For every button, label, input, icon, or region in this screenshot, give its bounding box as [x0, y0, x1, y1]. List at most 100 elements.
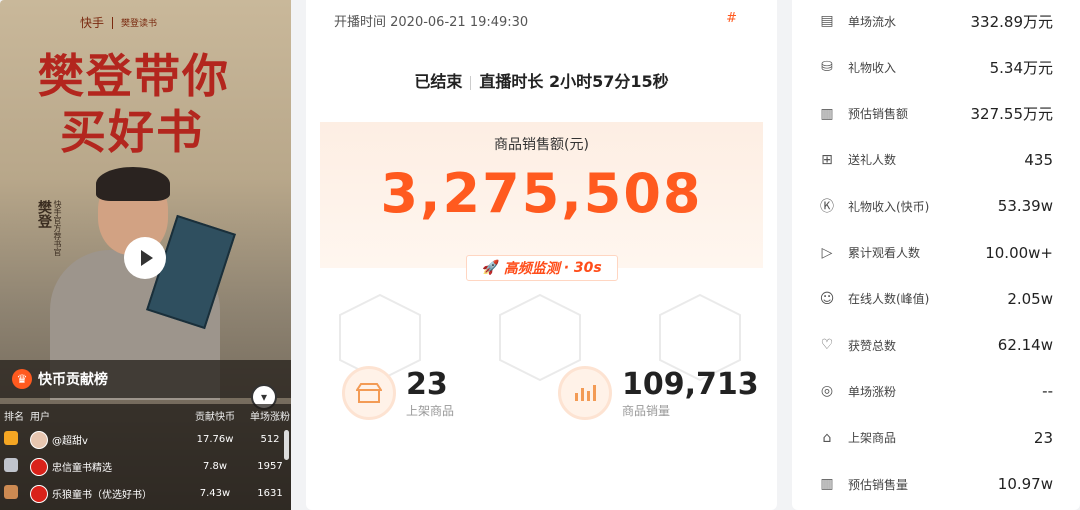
host-hair: [96, 167, 170, 201]
kpi-value: 109,713: [622, 366, 759, 402]
stat-label: 累计观看人数: [848, 246, 921, 260]
stat-label: 预估销售量: [848, 477, 909, 492]
stat-label: 上架商品: [848, 431, 897, 446]
page-root: 快手 樊登读书 樊登带你 买好书 樊登 快手官方荐书官 ♛ 快币贡献榜 ▾ 排名…: [0, 0, 1080, 510]
stat-label: 送礼人数: [848, 153, 897, 168]
play-button[interactable]: [124, 237, 166, 279]
silver-medal-icon: [4, 458, 18, 472]
host-name: 樊登: [36, 200, 52, 228]
kpi-value: 23: [406, 366, 448, 402]
col-coins: 贡献快币: [195, 411, 235, 423]
stat-value: 435: [1024, 150, 1053, 169]
table-row[interactable]: 忠信童书精选 7.8w 1957: [0, 453, 291, 480]
kuaishou-logo: 快手: [80, 16, 105, 30]
col-fans: 单场涨粉: [250, 411, 290, 423]
stat-row: ▤ 单场流水 332.89万元: [792, 0, 1080, 44]
coins-value: 7.43w: [199, 488, 231, 499]
cover-title-line2: 买好书: [60, 105, 204, 159]
stat-value: 2.05w: [1007, 289, 1053, 308]
coins-value: 17.76w: [196, 434, 234, 445]
stat-value: 23: [1033, 428, 1053, 447]
scrollbar[interactable]: [284, 430, 289, 460]
high-frequency-monitor-badge[interactable]: 🚀 高频监测 · 30s: [466, 255, 618, 281]
user-name: @超甜v: [52, 436, 88, 447]
stat-label: 礼物收入: [848, 60, 897, 75]
cover-title-line1: 樊登带你: [38, 49, 230, 103]
stat-label: 在线人数(峰值): [848, 292, 930, 307]
sales-amount-card: 商品销售额(元) 3,275,508: [320, 122, 763, 268]
fans-value: 1957: [257, 461, 283, 472]
gold-medal-icon: [4, 431, 18, 445]
play-circle-icon: ▷: [821, 244, 833, 261]
coins-icon: ⛁: [821, 59, 833, 76]
sales-label: 商品销售额(元): [494, 137, 589, 153]
stat-row: ⌂ 上架商品 23: [792, 415, 1080, 461]
kpi-listed-products: 23 上架商品: [342, 366, 454, 420]
brand-divider: [112, 16, 114, 29]
stat-row: ▥ 预估销售量 10.97w: [792, 461, 1080, 507]
cover-title: 樊登带你 买好书: [38, 48, 268, 160]
col-rank: 排名: [4, 411, 24, 423]
monitor-label: 高频监测: [503, 261, 560, 277]
contribution-rank-header: ♛ 快币贡献榜 ▾: [0, 360, 291, 410]
stat-value: --: [1042, 382, 1053, 401]
avatar: [30, 484, 48, 503]
stat-label: 单场涨粉: [848, 384, 897, 399]
stat-value: 332.89万元: [970, 12, 1054, 31]
stat-row: ▷ 累计观看人数 10.00w+: [792, 230, 1080, 276]
kpi-label: 商品销量: [622, 403, 671, 418]
avatar: [30, 430, 48, 449]
bar-chart-icon: ▥: [820, 476, 834, 492]
stat-value: 327.55万元: [970, 105, 1054, 124]
col-user: 用户: [30, 411, 50, 423]
sales-estimate-icon: ▥: [820, 105, 834, 122]
rank-crown-icon: ♛: [12, 369, 32, 389]
contribution-rank-table: 排名 用户 贡献快币 单场涨粉 @超甜v 17.76w 512 忠信童书精选 7…: [0, 404, 291, 510]
sales-value: 3,275,508: [380, 162, 703, 225]
kpi-product-sales: 109,713 商品销量: [558, 366, 759, 420]
bronze-medal-icon: [4, 485, 18, 499]
avatar: [30, 457, 48, 476]
heart-icon: ♡: [820, 337, 834, 354]
stat-value: 10.97w: [997, 475, 1053, 493]
monitor-interval: · 30s: [563, 260, 602, 276]
stat-row: Ⓚ 礼物收入(快币) 53.39w: [792, 183, 1080, 229]
fans-value: 1631: [257, 488, 283, 499]
stats-panel: ▤ 单场流水 332.89万元 ⛁ 礼物收入 5.34万元 ▥ 预估销售额 327.55万元 ⊞ 送…: [792, 0, 1080, 510]
user-name: 忠信童书精选: [52, 463, 112, 474]
hash-link[interactable]: #: [726, 11, 737, 26]
stat-value: 10.00w+: [985, 243, 1053, 262]
stat-row: ◎ 单场涨粉 --: [792, 368, 1080, 414]
stat-row: ▥ 预估销售额 327.55万元: [792, 91, 1080, 137]
stat-row: ♡ 获赞总数 62.14w: [792, 322, 1080, 368]
stat-label: 获赞总数: [848, 338, 897, 353]
bar-chart-icon: [558, 366, 612, 420]
stat-value: 62.14w: [997, 336, 1053, 355]
kpi-label: 上架商品: [406, 403, 455, 418]
table-row[interactable]: @超甜v 17.76w 512: [0, 426, 291, 453]
stat-value: 5.34万元: [989, 58, 1053, 77]
stat-row: ☺ 在线人数(峰值) 2.05w: [792, 276, 1080, 322]
brand-header: 快手 樊登读书: [80, 14, 157, 31]
fandeng-logo: 樊登读书: [121, 19, 158, 29]
stat-label: 单场流水: [848, 14, 897, 29]
gift-icon: ⊞: [821, 151, 833, 168]
receipt-icon: ▤: [820, 13, 834, 29]
fans-icon: ◎: [820, 383, 834, 400]
coins-value: 7.8w: [202, 461, 228, 472]
live-duration: 直播时长 2小时57分15秒: [479, 72, 669, 91]
k-coin-icon: Ⓚ: [820, 199, 834, 216]
host-subtitle: 快手官方荐书官: [53, 200, 62, 256]
stat-label: 预估销售额: [848, 107, 909, 122]
shop-icon: [342, 366, 396, 420]
contribution-rank-title: 快币贡献榜: [38, 372, 108, 388]
table-row[interactable]: 乐狼童书（优选好书） 7.43w 1631: [0, 480, 291, 507]
stat-label: 礼物收入(快币): [848, 199, 930, 214]
rank-table-header: 排名 用户 贡献快币 单场涨粉: [0, 404, 291, 426]
status-text: 已结束: [414, 72, 463, 91]
stat-row: ⊞ 送礼人数 435: [792, 137, 1080, 183]
stat-row: ⛁ 礼物收入 5.34万元: [792, 44, 1080, 90]
live-video-panel[interactable]: 快手 樊登读书 樊登带你 买好书 樊登 快手官方荐书官 ♛ 快币贡献榜 ▾ 排名…: [0, 0, 291, 510]
user-name: 乐狼童书（优选好书）: [52, 490, 152, 501]
status-divider: [470, 75, 472, 90]
